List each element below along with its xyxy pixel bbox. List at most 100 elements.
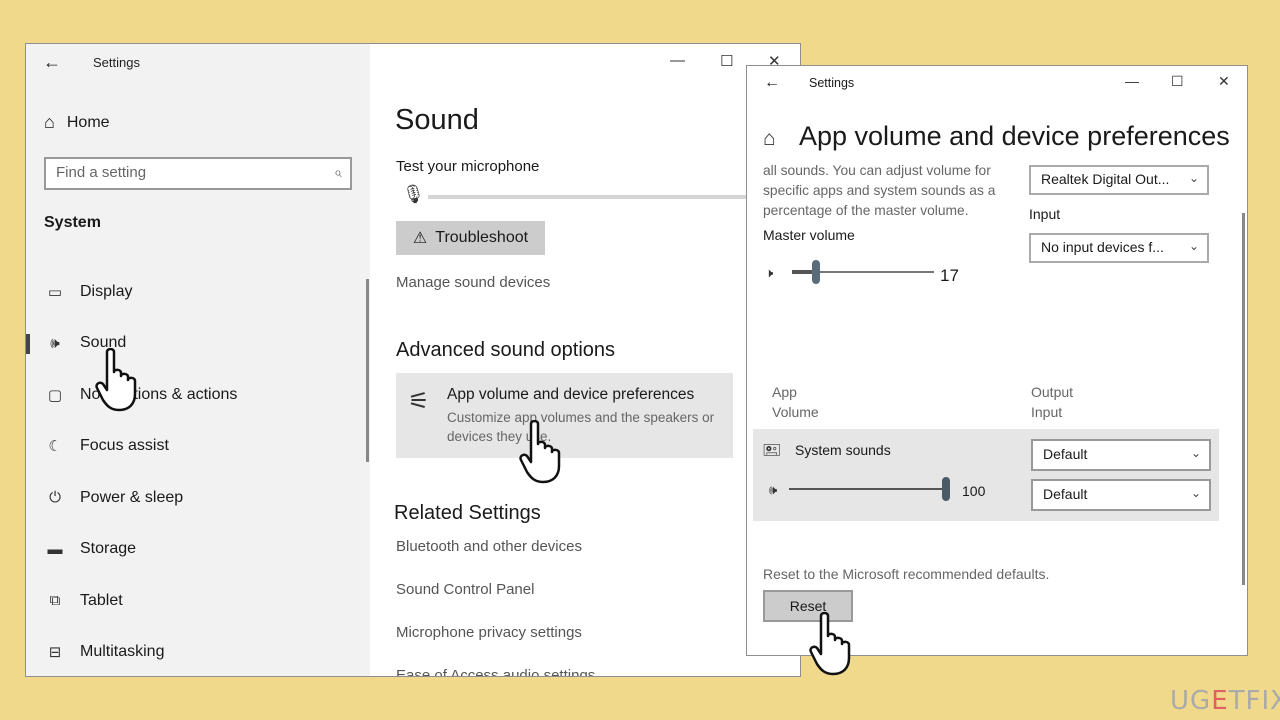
sidebar-item-sound[interactable]: 🕪 Sound xyxy=(26,318,370,370)
multitasking-icon: ⊟ xyxy=(48,644,62,662)
window-title: Settings xyxy=(93,55,140,70)
sound-control-panel-link[interactable]: Sound Control Panel xyxy=(396,581,534,598)
system-sounds-label: System sounds xyxy=(795,442,891,458)
speaker-icon: 🕨 xyxy=(765,265,774,280)
sidebar-item-label: Tablet xyxy=(80,591,123,609)
maximize-icon[interactable]: ☐ xyxy=(720,52,733,70)
section-title: System xyxy=(44,214,101,231)
notification-icon: ▢ xyxy=(47,386,63,404)
sidebar-item-focus-assist[interactable]: ☾ Focus assist xyxy=(26,421,370,473)
sidebar-item-power-sleep[interactable]: ⏻ Power & sleep xyxy=(26,472,370,524)
home-label: Home xyxy=(66,113,110,131)
test-mic-label: Test your microphone xyxy=(396,158,540,175)
speaker-icon: 🕪 xyxy=(50,334,60,352)
sidebar-item-label: Multitasking xyxy=(80,643,165,661)
sidebar-nav: ▭ Display 🕪 Sound ▢ Notifications & acti… xyxy=(26,266,370,677)
sidebar-item-display[interactable]: ▭ Display xyxy=(26,266,370,318)
tablet-icon: ⧉ xyxy=(49,592,61,610)
sidebar-scrollbar[interactable] xyxy=(366,279,369,462)
output-device-select[interactable]: Realtek Digital Out... ⌄ xyxy=(1029,165,1209,195)
app-card-title: App volume and device preferences xyxy=(447,386,695,403)
system-volume-thumb[interactable] xyxy=(942,477,950,501)
minimize-icon[interactable]: — xyxy=(670,52,685,69)
mic-level-bar xyxy=(428,195,748,199)
master-volume-value: 17 xyxy=(940,266,959,285)
logo-suffix: TFIX xyxy=(1228,686,1280,716)
app-card-description: Customize app volumes and the speakers o… xyxy=(447,410,715,444)
logo-accent: E xyxy=(1211,686,1229,716)
sliders-icon: ⚟ xyxy=(408,388,430,415)
system-volume-slider[interactable] xyxy=(789,477,950,501)
advanced-heading: Advanced sound options xyxy=(396,339,616,361)
chevron-down-icon: ⌄ xyxy=(1190,486,1201,500)
power-icon: ⏻ xyxy=(49,489,61,507)
system-sounds-icon: 🖭 xyxy=(763,442,781,459)
warning-icon: ⚠ xyxy=(412,230,428,247)
input-label: Input xyxy=(1029,206,1061,222)
master-volume-label: Master volume xyxy=(763,227,855,243)
microphone-privacy-link[interactable]: Microphone privacy settings xyxy=(396,624,582,641)
sidebar-item-notifications[interactable]: ▢ Notifications & actions xyxy=(26,369,370,421)
sidebar-item-multitasking[interactable]: ⊟ Multitasking xyxy=(26,627,370,677)
related-heading: Related Settings xyxy=(394,502,541,524)
home-icon[interactable]: ⌂ xyxy=(763,127,776,151)
scrollbar[interactable] xyxy=(1242,213,1245,585)
hand-pointer-icon xyxy=(519,420,561,484)
settings-window-app-volume: ← Settings — ☐ ✕ ⌂ App volume and device… xyxy=(746,65,1248,656)
input-device-value: No input devices f... xyxy=(1041,239,1164,255)
input-device-select[interactable]: No input devices f... ⌄ xyxy=(1029,233,1209,263)
troubleshoot-label: Troubleshoot xyxy=(435,229,529,246)
master-volume-slider[interactable] xyxy=(792,260,934,284)
search-input[interactable]: Find a setting ⌕ xyxy=(44,157,352,190)
sidebar-item-label: Focus assist xyxy=(80,437,169,455)
chevron-down-icon: ⌄ xyxy=(1188,171,1199,185)
settings-window-sound: ← Settings ⌂ Home Find a setting ⌕ Syste… xyxy=(25,43,801,677)
troubleshoot-button[interactable]: ⚠ Troubleshoot xyxy=(396,221,545,255)
system-output-select[interactable]: Default ⌄ xyxy=(1031,439,1211,471)
window-title: Settings xyxy=(809,76,855,90)
display-icon: ▭ xyxy=(47,283,63,301)
search-icon[interactable]: ⌕ xyxy=(334,164,342,181)
col-input-label: Input xyxy=(1031,404,1063,420)
watermark-logo: UGETFIX xyxy=(1170,686,1280,716)
sidebar-item-storage[interactable]: ▬ Storage xyxy=(26,524,370,576)
device-column-header: Output Input xyxy=(1031,382,1073,422)
bluetooth-link[interactable]: Bluetooth and other devices xyxy=(396,538,582,555)
speaker-icon: 🕪 xyxy=(769,482,778,497)
microphone-icon: 🎙 xyxy=(402,184,425,204)
ease-of-access-audio-link[interactable]: Ease of Access audio settings xyxy=(396,667,595,676)
sidebar-item-tablet[interactable]: ⧉ Tablet xyxy=(26,575,370,627)
reset-description: Reset to the Microsoft recommended defau… xyxy=(763,566,1050,582)
output-device-value: Realtek Digital Out... xyxy=(1041,171,1170,187)
sound-page: — ☐ ✕ Sound Test your microphone 🎙 ⚠ Tro… xyxy=(370,44,800,676)
sidebar-item-home[interactable]: ⌂ Home xyxy=(44,112,110,133)
system-sounds-row: 🖭 System sounds Default ⌄ Default ⌄ 🕪 10… xyxy=(753,429,1219,521)
hand-pointer-icon xyxy=(809,612,851,676)
minimize-icon[interactable]: — xyxy=(1125,73,1139,89)
home-icon: ⌂ xyxy=(44,112,55,132)
sidebar-item-label: Display xyxy=(80,282,133,300)
chevron-down-icon: ⌄ xyxy=(1188,239,1199,253)
sidebar-item-label: Storage xyxy=(80,540,137,558)
col-volume-label: Volume xyxy=(772,404,819,420)
settings-sidebar: ← Settings ⌂ Home Find a setting ⌕ Syste… xyxy=(26,44,370,676)
master-volume-thumb[interactable] xyxy=(812,260,821,284)
logo-prefix: UG xyxy=(1170,686,1212,716)
system-output-value: Default xyxy=(1043,446,1088,462)
system-input-value: Default xyxy=(1043,486,1088,502)
hand-pointer-icon xyxy=(95,348,137,412)
description-text: all sounds. You can adjust volume for sp… xyxy=(763,163,996,218)
storage-icon: ▬ xyxy=(47,540,63,558)
sidebar-item-label: Power & sleep xyxy=(80,488,184,506)
system-input-select[interactable]: Default ⌄ xyxy=(1031,479,1211,511)
maximize-icon[interactable]: ☐ xyxy=(1171,73,1184,90)
col-app-label: App xyxy=(772,384,797,400)
close-icon[interactable]: ✕ xyxy=(1218,73,1230,90)
app-column-header: App Volume xyxy=(772,382,819,422)
page-title: Sound xyxy=(395,104,479,136)
chevron-down-icon: ⌄ xyxy=(1190,446,1201,460)
manage-sound-devices-link[interactable]: Manage sound devices xyxy=(396,274,550,291)
back-arrow-icon[interactable]: ← xyxy=(764,74,780,92)
system-volume-value: 100 xyxy=(962,483,986,499)
back-arrow-icon[interactable]: ← xyxy=(43,52,61,73)
